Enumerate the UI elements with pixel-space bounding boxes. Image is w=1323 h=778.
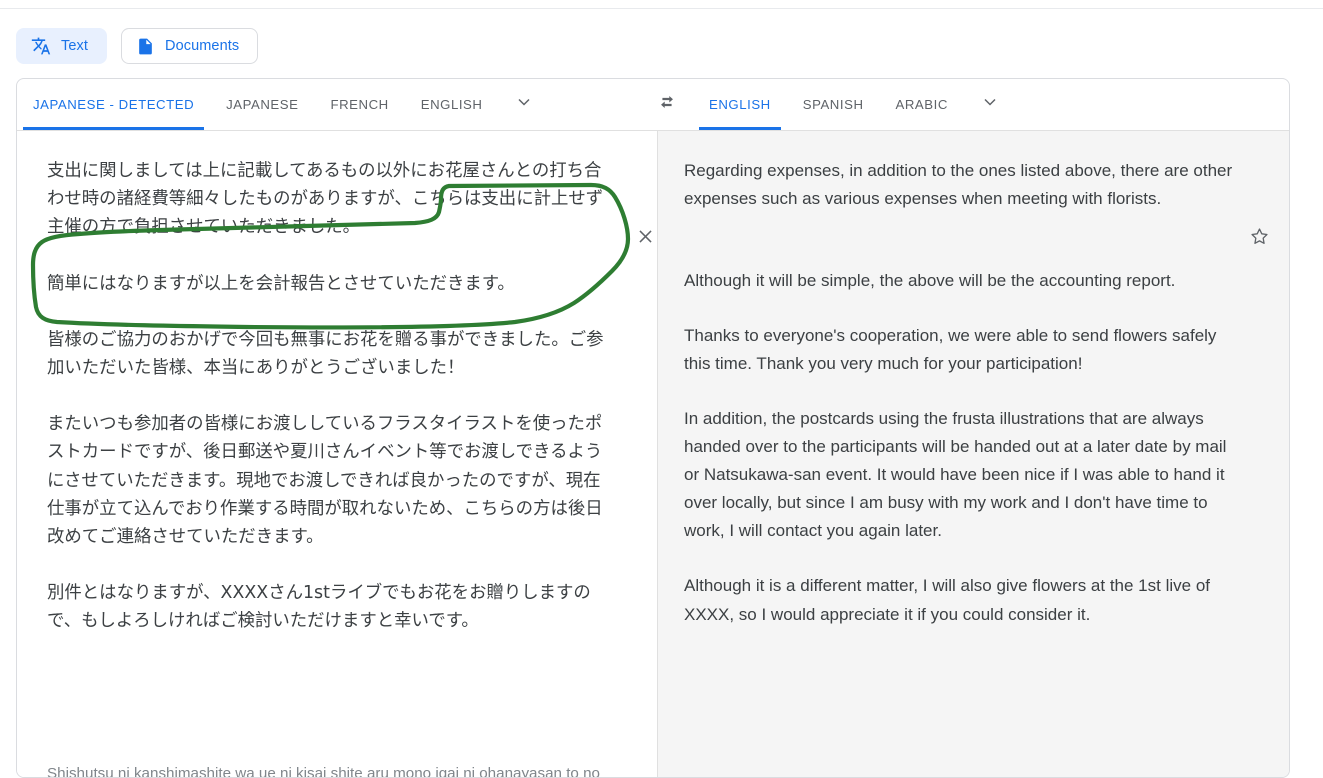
source-paragraph-5: 別件とはなりますが、XXXXさん1stライブでもお花をお贈りしますので、もしよろ… xyxy=(47,583,591,632)
mode-selector: Text Documents xyxy=(16,28,259,64)
target-language-tabs: ENGLISH SPANISH ARABIC xyxy=(693,79,1289,130)
source-language-tabs: JAPANESE - DETECTED JAPANESE FRENCH ENGL… xyxy=(17,79,641,130)
source-paragraph-3: 皆様のご協力のおかげで今回も無事にお花を贈る事ができました。ご参加いただいた皆様… xyxy=(47,329,604,378)
source-text-pane[interactable]: 支出に関しましては上に記載してあるもの以外にお花屋さんとの打ち合わせ時の諸経費等… xyxy=(17,131,658,778)
language-bar: JAPANESE - DETECTED JAPANESE FRENCH ENGL… xyxy=(17,79,1289,131)
save-translation-button[interactable] xyxy=(1247,227,1271,251)
swap-languages-button[interactable] xyxy=(641,79,693,130)
mode-tab-text-label: Text xyxy=(61,38,88,54)
target-tab-spanish[interactable]: SPANISH xyxy=(787,79,880,130)
close-icon xyxy=(636,227,655,251)
source-tab-japanese-detected-label: JAPANESE - DETECTED xyxy=(33,97,195,112)
target-tab-arabic[interactable]: ARABIC xyxy=(880,79,964,130)
chevron-down-icon xyxy=(514,92,534,117)
target-paragraph-2: Although it will be simple, the above wi… xyxy=(684,271,1176,291)
target-tab-spanish-label: SPANISH xyxy=(802,97,864,112)
romanization-text: Shishutsu ni kanshimashite wa ue ni kisa… xyxy=(47,765,600,778)
star-outline-icon xyxy=(1249,226,1270,252)
source-tab-english-label: ENGLISH xyxy=(420,97,483,112)
target-tab-english[interactable]: ENGLISH xyxy=(693,79,787,130)
source-paragraph-4: またいつも参加者の皆様にお渡ししているフラスタイラストを使ったポストカードですが… xyxy=(47,414,603,547)
translate-icon xyxy=(31,36,51,56)
target-tab-arabic-label: ARABIC xyxy=(895,97,948,112)
target-paragraph-4: In addition, the postcards using the fru… xyxy=(684,409,1227,541)
clear-source-button[interactable] xyxy=(633,227,657,251)
target-text-pane: Regarding expenses, in addition to the o… xyxy=(658,131,1289,777)
target-language-more-button[interactable] xyxy=(964,79,1016,130)
mode-tab-documents[interactable]: Documents xyxy=(121,28,259,64)
source-tab-french[interactable]: FRENCH xyxy=(314,79,404,130)
target-paragraph-1: Regarding expenses, in addition to the o… xyxy=(684,161,1233,209)
source-tab-english[interactable]: ENGLISH xyxy=(405,79,499,130)
source-tab-japanese-detected[interactable]: JAPANESE - DETECTED xyxy=(17,79,210,130)
swap-languages-icon xyxy=(656,91,678,118)
target-paragraph-5: Although it is a different matter, I wil… xyxy=(684,576,1210,624)
translate-card: JAPANESE - DETECTED JAPANESE FRENCH ENGL… xyxy=(16,78,1290,778)
source-paragraph-2: 簡単にはなりますが以上を会計報告とさせていただきます。 xyxy=(47,273,515,294)
mode-tab-documents-label: Documents xyxy=(165,38,240,54)
source-tab-japanese-label: JAPANESE xyxy=(226,97,299,112)
mode-tab-text[interactable]: Text xyxy=(16,28,107,64)
document-icon xyxy=(136,37,155,56)
target-paragraph-3: Thanks to everyone's cooperation, we wer… xyxy=(684,326,1217,374)
source-tab-french-label: FRENCH xyxy=(330,97,389,112)
source-paragraph-1: 支出に関しましては上に記載してあるもの以外にお花屋さんとの打ち合わせ時の諸経費等… xyxy=(47,161,604,238)
source-tab-japanese[interactable]: JAPANESE xyxy=(210,79,314,130)
chevron-down-icon xyxy=(980,92,1000,117)
header-divider xyxy=(0,8,1323,9)
target-tab-english-label: ENGLISH xyxy=(709,97,771,112)
source-language-more-button[interactable] xyxy=(498,79,550,130)
